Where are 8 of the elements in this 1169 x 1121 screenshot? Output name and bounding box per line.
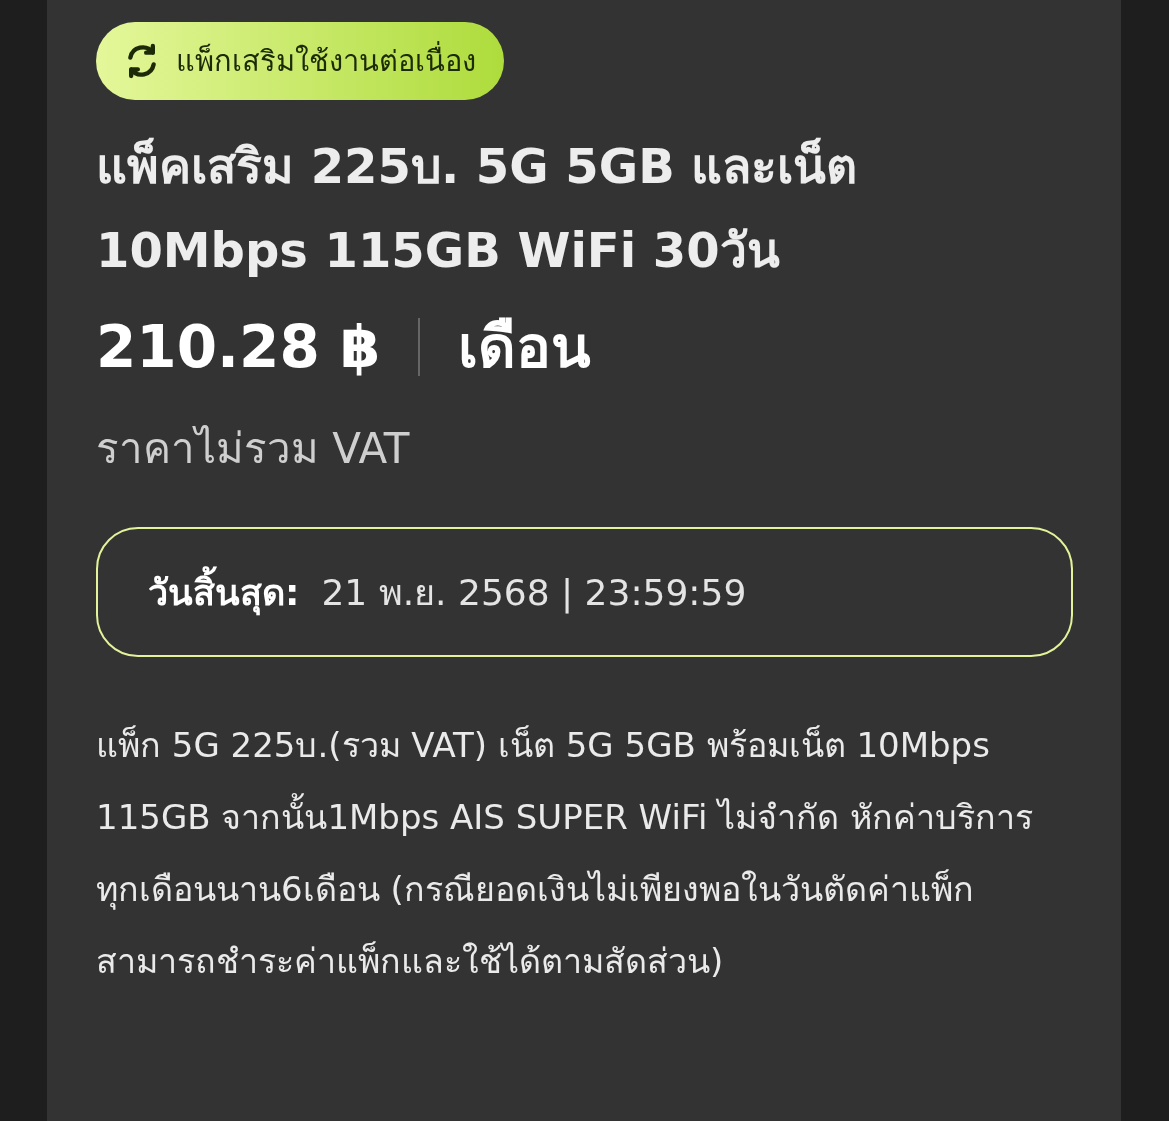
auto-renew-badge[interactable]: แพ็กเสริมใช้งานต่อเนื่อง bbox=[96, 22, 504, 100]
expiry-label: วันสิ้นสุด: bbox=[148, 563, 300, 621]
price-amount: 210.28 ฿ bbox=[96, 312, 381, 381]
price-period: เดือน bbox=[458, 312, 592, 383]
expiry-value: 21 พ.ย. 2568 | 23:59:59 bbox=[321, 570, 747, 616]
package-description: แพ็ก 5G 225บ.(รวม VAT) เน็ต 5G 5GB พร้อมเน็ต 10Mbps 115GB จากนั้น1Mbps AIS SUPER WiFi ไม่จำกัด หักค่าบริการทุกเดือนนาน6เดือน (กรณียอดเงินไม่เพียงพอในวันตัดค่าแพ็ก สามารถชำระค่าแพ็กและใช้ได้ตามสัดส่วน) bbox=[96, 724, 1035, 983]
vat-note: ราคาไม่รวม VAT bbox=[96, 423, 410, 475]
package-title: แพ็คเสริม 225บ. 5G 5GB และเน็ต 10Mbps 115GB WiFi 30วัน bbox=[96, 136, 859, 280]
